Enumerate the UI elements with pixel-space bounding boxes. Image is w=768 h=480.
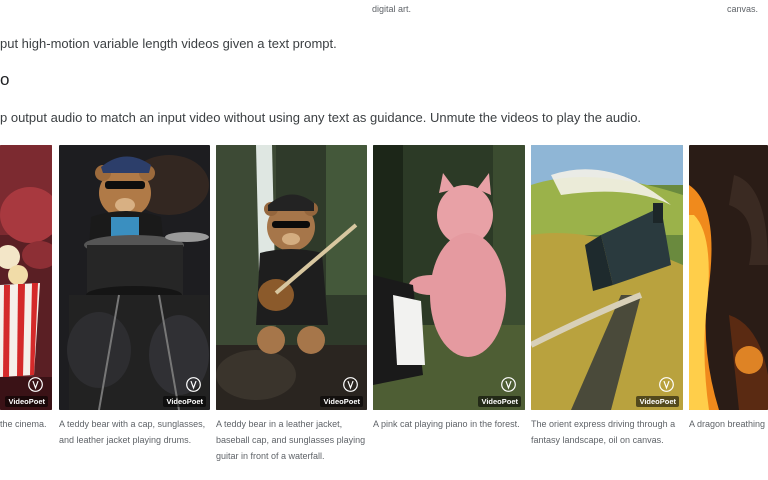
cat-piano-scene-image [373, 145, 525, 410]
video-caption-drums: A teddy bear with a cap, sunglasses, and… [59, 419, 206, 445]
video-caption-cinema: the cinema. [0, 419, 47, 429]
intro-text: put high-motion variable length videos g… [0, 36, 337, 51]
videopoet-logo-icon [27, 376, 44, 393]
popcorn-scene-image [0, 145, 52, 410]
video-caption-piano: A pink cat playing piano in the forest. [373, 419, 520, 429]
video-strip: VideoPoet VideoPoet VideoPoet VideoPoet … [0, 145, 768, 410]
videopoet-logo-icon [500, 376, 517, 393]
video-caption-train: The orient express driving through a fan… [531, 419, 676, 445]
section-heading: o [0, 70, 10, 89]
previous-caption-fragment-right: canvas. [727, 4, 759, 14]
videopoet-watermark: VideoPoet [636, 396, 679, 407]
videopoet-watermark: VideoPoet [5, 396, 48, 407]
videopoet-logo-icon [185, 376, 202, 393]
teddy-guitar-scene-image [216, 145, 367, 410]
teddy-drums-scene-image [59, 145, 210, 410]
video-caption-dragon: A dragon breathing [689, 419, 766, 429]
video-caption-guitar: A teddy bear in a leather jacket, baseba… [216, 419, 366, 461]
video-tile-piano[interactable]: VideoPoet [373, 145, 525, 410]
video-tile-train[interactable]: VideoPoet [531, 145, 683, 410]
video-tile-cinema[interactable]: VideoPoet [0, 145, 52, 410]
dragon-scene-image [689, 145, 768, 410]
video-tile-guitar[interactable]: VideoPoet [216, 145, 367, 410]
video-tile-dragon[interactable] [689, 145, 768, 410]
videopoet-watermark: VideoPoet [163, 396, 206, 407]
videopoet-logo-icon [658, 376, 675, 393]
videopoet-logo-icon [342, 376, 359, 393]
videopoet-watermark: VideoPoet [320, 396, 363, 407]
train-scene-image [531, 145, 683, 410]
videopoet-watermark: VideoPoet [478, 396, 521, 407]
section-description: p output audio to match an input video w… [0, 110, 642, 125]
video-tile-drums[interactable]: VideoPoet [59, 145, 210, 410]
previous-caption-fragment: digital art. [372, 4, 412, 14]
